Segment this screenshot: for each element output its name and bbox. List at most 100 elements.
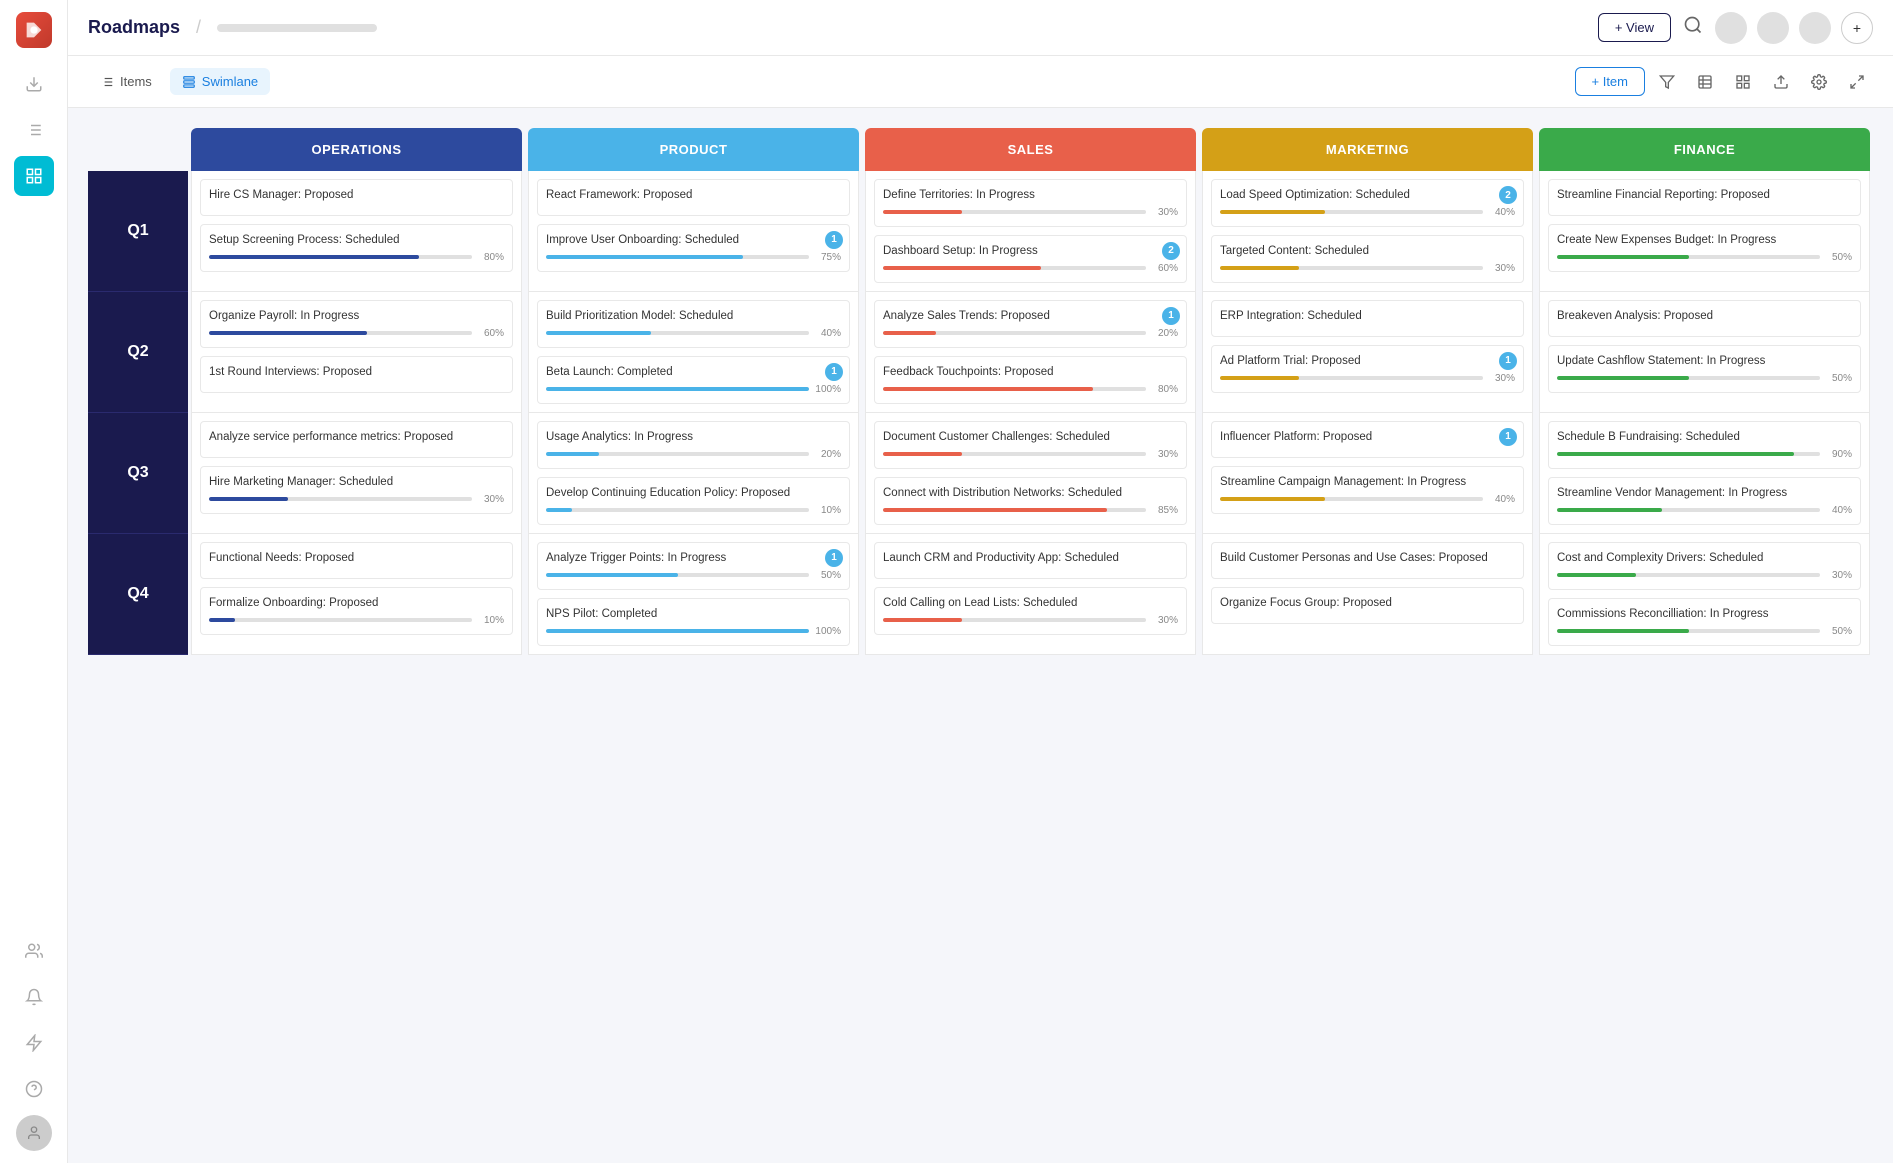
toolbar: Items Swimlane + Item [68,56,1893,108]
card[interactable]: 2 Load Speed Optimization: Scheduled 40% [1211,179,1524,227]
card-title: Build Prioritization Model: Scheduled [546,309,841,324]
sidebar-item-contacts[interactable] [14,931,54,971]
card[interactable]: Streamline Financial Reporting: Proposed [1548,179,1861,216]
app-logo[interactable] [16,12,52,48]
progress-bar-bg [209,618,472,622]
layout-button[interactable] [1727,66,1759,98]
card-title: Setup Screening Process: Scheduled [209,233,504,248]
progress-bar-bg [1220,266,1483,270]
progress-bar-fill [209,618,235,622]
progress-bar-fill [883,331,936,335]
card[interactable]: Document Customer Challenges: Scheduled … [874,421,1187,469]
add-user-button[interactable]: + [1841,12,1873,44]
card[interactable]: Schedule B Fundraising: Scheduled 90% [1548,421,1861,469]
card[interactable]: Update Cashflow Statement: In Progress 5… [1548,345,1861,393]
progress-row: 40% [546,328,841,339]
progress-bar-bg [546,452,809,456]
search-icon[interactable] [1683,15,1703,40]
sidebar-item-help[interactable] [14,1069,54,1109]
card[interactable]: Organize Payroll: In Progress 60% [200,300,513,348]
sidebar-item-download[interactable] [14,64,54,104]
progress-label: 10% [813,505,841,516]
card[interactable]: 1 Analyze Trigger Points: In Progress 50… [537,542,850,590]
card[interactable]: Setup Screening Process: Scheduled 80% [200,224,513,272]
card[interactable]: 1 Ad Platform Trial: Proposed 30% [1211,345,1524,393]
add-item-button[interactable]: + Item [1575,67,1646,96]
card[interactable]: 1 Improve User Onboarding: Scheduled 75% [537,224,850,272]
settings-button[interactable] [1803,66,1835,98]
card[interactable]: Hire Marketing Manager: Scheduled 30% [200,466,513,514]
card[interactable]: Formalize Onboarding: Proposed 10% [200,587,513,635]
progress-bar-bg [209,255,472,259]
card[interactable]: Cold Calling on Lead Lists: Scheduled 30… [874,587,1187,635]
card-title: Document Customer Challenges: Scheduled [883,430,1178,445]
card[interactable]: 1st Round Interviews: Proposed [200,356,513,393]
card[interactable]: Launch CRM and Productivity App: Schedul… [874,542,1187,579]
card[interactable]: Breakeven Analysis: Proposed [1548,300,1861,337]
progress-bar-fill [1220,210,1325,214]
card[interactable]: Streamline Campaign Management: In Progr… [1211,466,1524,514]
progress-bar-bg [883,331,1146,335]
card[interactable]: Usage Analytics: In Progress 20% [537,421,850,469]
tab-items[interactable]: Items [88,68,164,95]
add-view-button[interactable]: + View [1598,13,1671,42]
user-avatar-2[interactable] [1757,12,1789,44]
card[interactable]: ERP Integration: Scheduled [1211,300,1524,337]
sidebar-item-lightning[interactable] [14,1023,54,1063]
card[interactable]: 1 Analyze Sales Trends: Proposed 20% [874,300,1187,348]
progress-row: 20% [546,449,841,460]
user-avatar[interactable] [16,1115,52,1151]
progress-bar-fill [209,331,367,335]
user-avatar-3[interactable] [1799,12,1831,44]
card[interactable]: 1 Influencer Platform: Proposed [1211,421,1524,458]
col-header-sales: SALES [865,128,1196,171]
card[interactable]: Develop Continuing Education Policy: Pro… [537,477,850,525]
filter-button[interactable] [1651,66,1683,98]
card-title: Analyze Trigger Points: In Progress [546,551,841,566]
card[interactable]: React Framework: Proposed [537,179,850,216]
card-title: 1st Round Interviews: Proposed [209,365,504,380]
card[interactable]: Cost and Complexity Drivers: Scheduled 3… [1548,542,1861,590]
export-button[interactable] [1765,66,1797,98]
progress-bar-fill [1557,255,1689,259]
card[interactable]: Feedback Touchpoints: Proposed 80% [874,356,1187,404]
progress-bar-fill [1220,497,1325,501]
card[interactable]: NPS Pilot: Completed 100% [537,598,850,646]
card[interactable]: Commissions Reconcilliation: In Progress… [1548,598,1861,646]
card[interactable]: Create New Expenses Budget: In Progress … [1548,224,1861,272]
progress-label: 30% [1150,207,1178,218]
card[interactable]: 1 Beta Launch: Completed 100% [537,356,850,404]
user-avatar-1[interactable] [1715,12,1747,44]
card[interactable]: Connect with Distribution Networks: Sche… [874,477,1187,525]
card[interactable]: Build Customer Personas and Use Cases: P… [1211,542,1524,579]
expand-button[interactable] [1841,66,1873,98]
card[interactable]: Targeted Content: Scheduled 30% [1211,235,1524,283]
sidebar-item-roadmap[interactable] [14,156,54,196]
progress-bar-fill [546,387,809,391]
progress-row: 100% [546,626,841,637]
table-view-button[interactable] [1689,66,1721,98]
sidebar-item-bell[interactable] [14,977,54,1017]
card[interactable]: Streamline Vendor Management: In Progres… [1548,477,1861,525]
card[interactable]: Functional Needs: Proposed [200,542,513,579]
progress-bar-fill [1220,376,1299,380]
q3-product-cell: Usage Analytics: In Progress 20% Develop… [528,413,859,534]
card[interactable]: Define Territories: In Progress 30% [874,179,1187,227]
card[interactable]: Analyze service performance metrics: Pro… [200,421,513,458]
card-badge: 1 [1162,307,1180,325]
card[interactable]: Hire CS Manager: Proposed [200,179,513,216]
progress-row: 30% [209,494,504,505]
progress-row: 60% [209,328,504,339]
progress-label: 75% [813,252,841,263]
q2-sales-cell: 1 Analyze Sales Trends: Proposed 20% Fee… [865,292,1196,413]
card-badge: 1 [825,363,843,381]
card[interactable]: 2 Dashboard Setup: In Progress 60% [874,235,1187,283]
progress-label: 50% [1824,373,1852,384]
sidebar-item-list[interactable] [14,110,54,150]
card[interactable]: Organize Focus Group: Proposed [1211,587,1524,624]
card[interactable]: Build Prioritization Model: Scheduled 40… [537,300,850,348]
swimlane-grid: OPERATIONS PRODUCT SALES MARKETING FINAN… [88,128,1873,655]
tab-swimlane[interactable]: Swimlane [170,68,270,95]
progress-label: 40% [1487,494,1515,505]
card-badge: 1 [1499,352,1517,370]
